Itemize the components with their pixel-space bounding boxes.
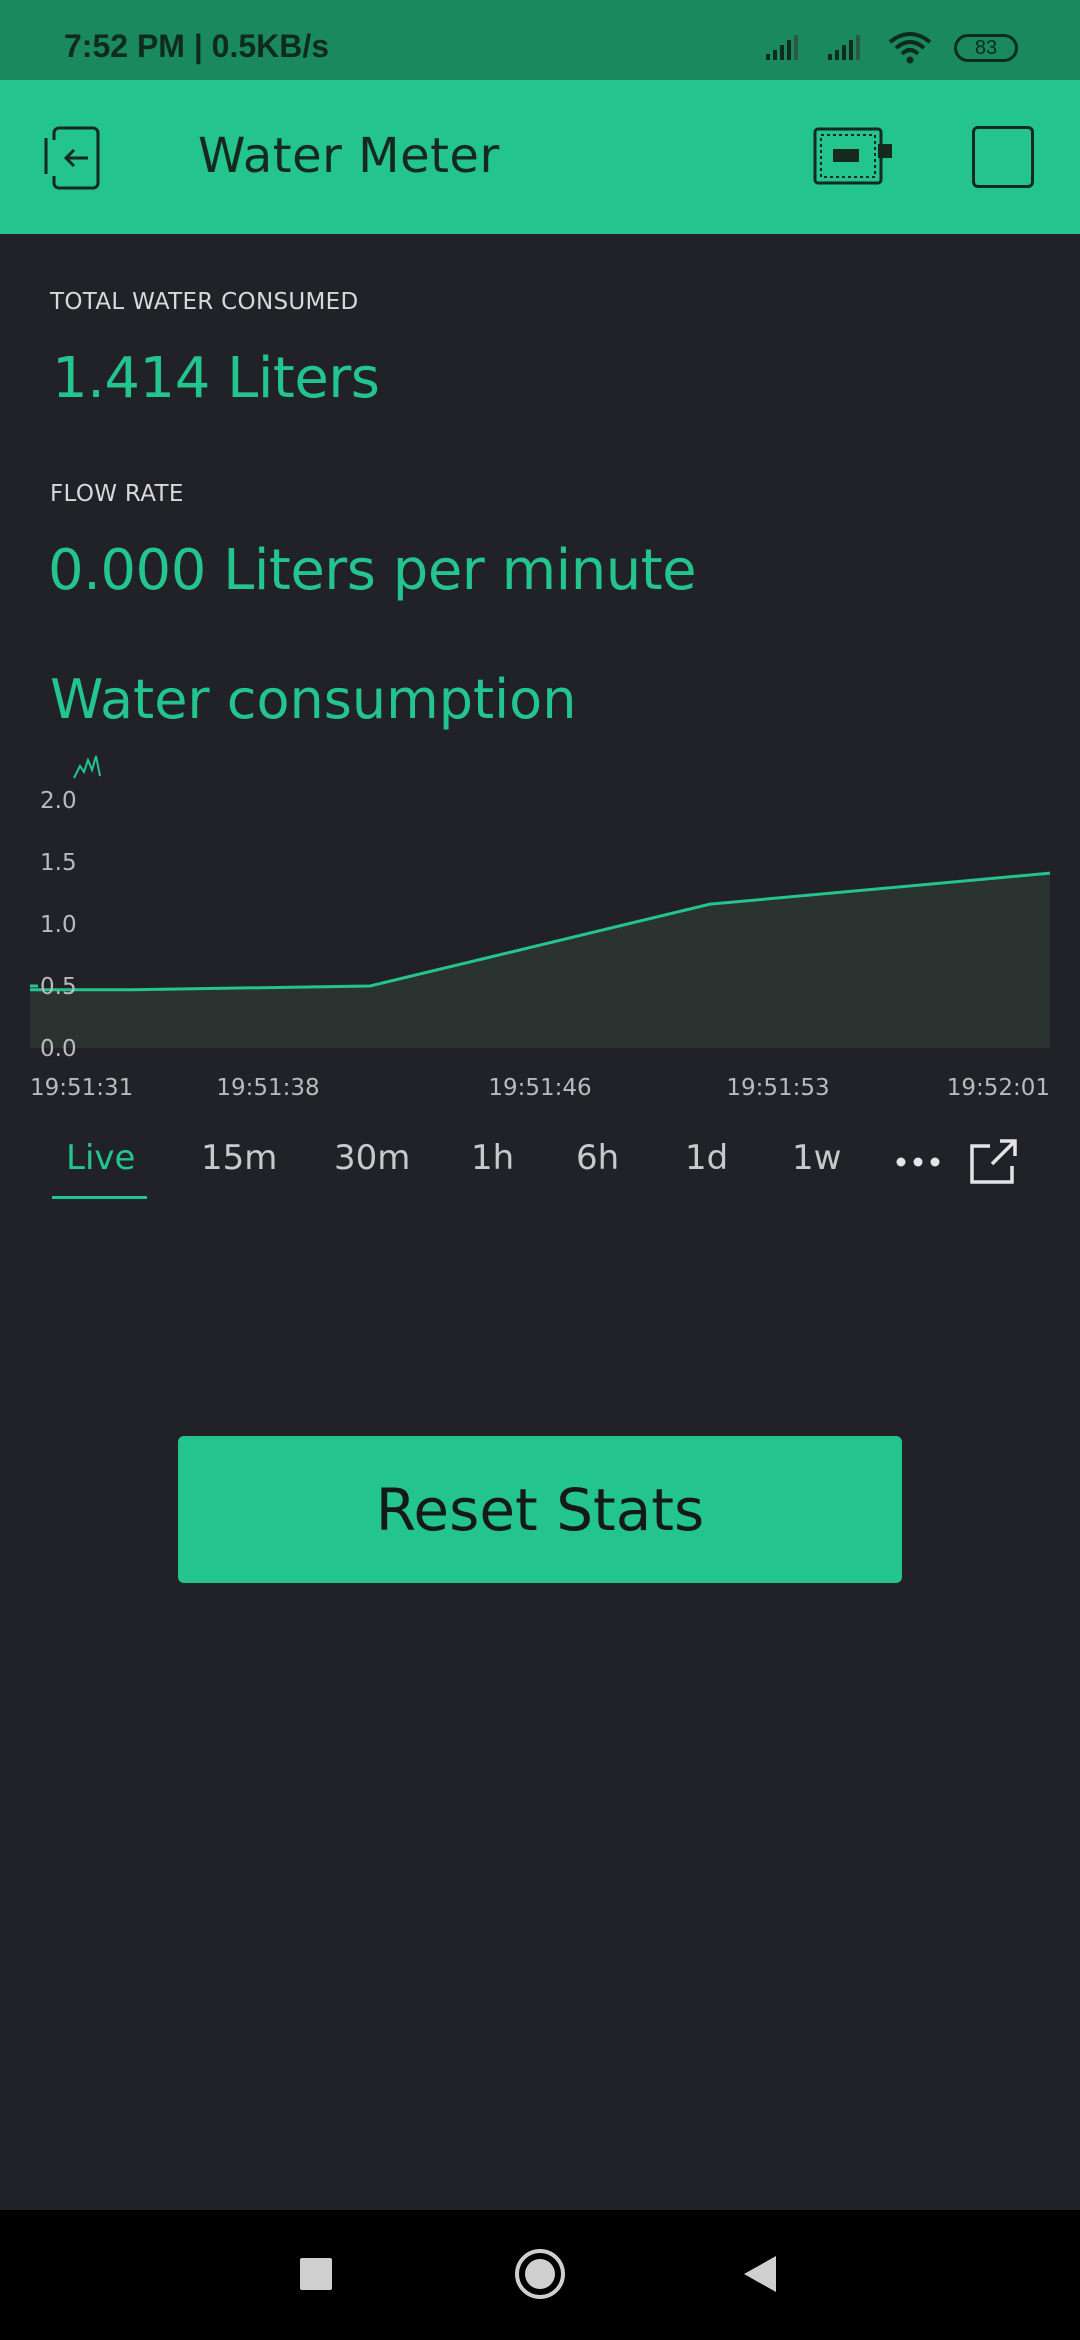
home-icon[interactable]: [514, 2248, 566, 2300]
flow-rate-label: FLOW RATE: [50, 481, 184, 507]
tab-15m[interactable]: 15m: [201, 1138, 277, 1178]
x-tick-label: 19:51:46: [488, 1075, 591, 1101]
active-tab-indicator: [52, 1196, 147, 1199]
tab-1d[interactable]: 1d: [685, 1138, 728, 1178]
recents-icon[interactable]: [298, 2256, 334, 2292]
x-tick-label: 19:51:31: [30, 1075, 133, 1101]
page-title: Water Meter: [198, 128, 500, 184]
back-icon[interactable]: [742, 2254, 778, 2294]
y-tick-label: 1.0: [40, 912, 77, 938]
flow-rate-value: 0.000 Liters per minute: [48, 538, 697, 603]
status-icons: 83: [764, 30, 1018, 66]
status-bar: 7:52 PM | 0.5KB/s 83: [0, 0, 1080, 80]
series-area-fill: [30, 873, 1050, 1048]
time-range-tabs: Live 15m 30m 1h 6h 1d 1w: [0, 1130, 1080, 1200]
system-nav-bar: [0, 2210, 1080, 2340]
signal-icon: [766, 35, 798, 60]
y-tick-label: 0.5: [40, 974, 77, 1000]
more-options-icon[interactable]: [894, 1154, 942, 1170]
device-chip-icon[interactable]: [812, 126, 894, 188]
app-bar: Water Meter: [0, 80, 1080, 234]
y-tick-label: 0.0: [40, 1036, 77, 1062]
tab-1h[interactable]: 1h: [471, 1138, 514, 1178]
tab-1w[interactable]: 1w: [792, 1138, 841, 1178]
wifi-icon: [888, 32, 932, 64]
status-time: 7:52 PM | 0.5KB/s: [64, 28, 330, 64]
expand-fullscreen-icon[interactable]: [968, 1138, 1020, 1186]
reset-stats-button[interactable]: Reset Stats: [178, 1436, 902, 1583]
x-tick-label: 19:51:38: [216, 1075, 319, 1101]
chart-type-icon: [73, 755, 101, 779]
back-exit-icon[interactable]: [42, 124, 110, 192]
y-tick-label: 1.5: [40, 850, 77, 876]
x-tick-label: 19:52:01: [947, 1075, 1050, 1101]
total-consumed-value: 1.414 Liters: [52, 346, 380, 411]
water-consumption-chart[interactable]: 2.0 1.5 1.0 0.5 0.0 19:51:31 19:51:38 19:51:46 1…: [0, 740, 1080, 1120]
y-tick-label: 2.0: [40, 788, 77, 814]
chart-title: Water consumption: [50, 668, 577, 731]
tab-30m[interactable]: 30m: [334, 1138, 410, 1178]
total-consumed-label: TOTAL WATER CONSUMED: [50, 289, 359, 315]
signal-icon: [828, 35, 860, 60]
x-tick-label: 19:51:53: [726, 1075, 829, 1101]
square-icon[interactable]: [972, 126, 1034, 188]
tab-6h[interactable]: 6h: [576, 1138, 619, 1178]
tab-live[interactable]: Live: [66, 1138, 135, 1178]
battery-icon: 83: [954, 34, 1018, 62]
